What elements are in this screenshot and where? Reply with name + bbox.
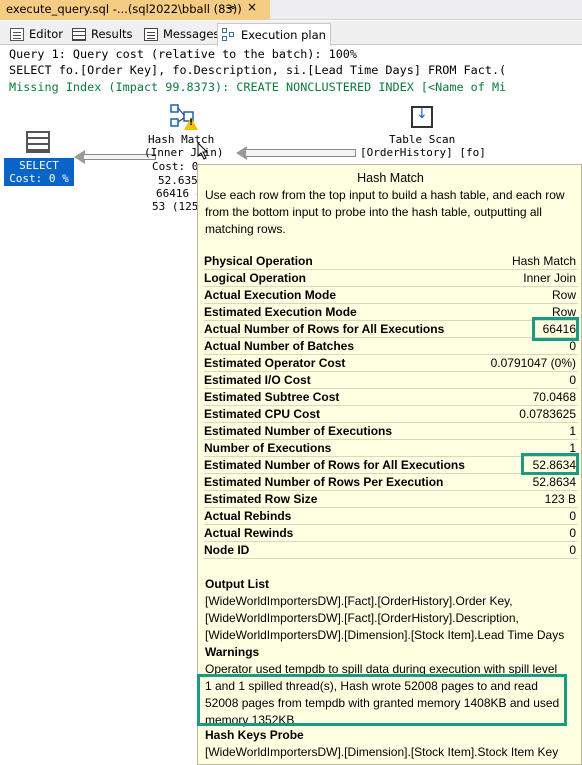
property-value: 0.0791047 (0%) <box>490 356 576 370</box>
property-key: Actual Number of Batches <box>204 339 355 353</box>
property-row: Actual Number of Rows for All Executions… <box>204 321 578 338</box>
tab-results[interactable]: Results <box>68 23 137 45</box>
property-row: Logical Operation Inner Join <box>204 270 578 287</box>
close-icon[interactable]: × <box>247 0 257 14</box>
tooltip-title: Hash Match <box>357 171 424 185</box>
property-value: 70.0468 <box>532 390 576 404</box>
hash-match-sub: (Inner Join) <box>144 146 224 159</box>
property-row: Actual Rebinds 0 <box>204 508 578 525</box>
property-value: 0 <box>569 543 576 557</box>
flow-arrow-hash-match[interactable] <box>236 146 356 160</box>
property-row: Estimated Operator Cost 0.0791047 (0%) <box>204 355 578 372</box>
property-key: Logical Operation <box>204 271 307 285</box>
mouse-cursor-icon <box>197 142 209 160</box>
query-cost-line: Query 1: Query cost (relative to the bat… <box>9 47 358 61</box>
editor-icon <box>10 27 24 41</box>
property-key: Actual Rewinds <box>204 526 294 540</box>
select-cost: Cost: 0 % <box>9 172 69 185</box>
highlight-estimated-rows <box>521 453 579 475</box>
table-scan-name: Table Scan <box>389 133 456 146</box>
property-value: Inner Join <box>523 271 576 285</box>
property-value: Hash Match <box>511 254 576 268</box>
property-row: Estimated I/O Cost 0 <box>204 372 578 389</box>
property-value: 0 <box>569 526 576 540</box>
property-key: Estimated I/O Cost <box>204 373 311 387</box>
document-tab-title: execute_query.sql -...(sql2022\bball (83… <box>6 2 242 16</box>
property-value: 0 <box>569 509 576 523</box>
messages-icon <box>144 27 158 41</box>
output-list-line: [WideWorldImportersDW].[Fact].[OrderHist… <box>205 611 519 625</box>
query-text-line: SELECT fo.[Order Key], fo.Description, s… <box>9 63 507 77</box>
property-row: Estimated Execution Mode Row <box>204 304 578 321</box>
property-row: Actual Rewinds 0 <box>204 525 578 542</box>
arrow-shaft <box>246 149 356 157</box>
property-value: Row <box>551 288 576 302</box>
results-tab-bar: Editor Results Messages Execution plan <box>0 21 582 46</box>
warnings-heading: Warnings <box>205 645 260 659</box>
property-row: Node ID 0 <box>204 542 578 559</box>
property-row: Estimated CPU Cost 0.0783625 <box>204 406 578 423</box>
property-row: Estimated Number of Rows Per Execution 52… <box>204 474 578 491</box>
hash-match-line1: 52.635 <box>158 174 198 187</box>
hash-match-cost: Cost: 0 <box>152 160 199 173</box>
tab-messages[interactable]: Messages <box>140 23 223 45</box>
hash-match-line3: 53 (125 <box>152 200 199 213</box>
grid-icon <box>72 27 86 41</box>
pin-icon[interactable]: ⊸ <box>226 1 235 14</box>
tab-editor-label: Editor <box>29 27 64 41</box>
property-row: Actual Number of Batches 0 <box>204 338 578 355</box>
tab-editor[interactable]: Editor <box>6 23 67 45</box>
execution-plan-icon <box>222 28 236 42</box>
tooltip-description: Use each row from the top input to build… <box>205 188 565 236</box>
select-name: SELECT <box>19 159 59 172</box>
property-row: Estimated Row Size 123 B <box>204 491 578 508</box>
property-key: Node ID <box>204 543 250 557</box>
property-value: 1 <box>569 424 576 438</box>
output-list-line: [WideWorldImportersDW].[Fact].[OrderHist… <box>205 594 513 608</box>
select-operator-label[interactable]: SELECT Cost: 0 % <box>4 158 74 186</box>
hash-match-line2: 66416 c <box>156 187 203 200</box>
property-key: Estimated Subtree Cost <box>204 390 340 404</box>
property-value: 52.8634 <box>532 475 576 489</box>
properties-table: Physical Operation Hash Match Logical Ope… <box>204 253 578 559</box>
property-key: Estimated Execution Mode <box>204 305 357 319</box>
document-tab-bar: execute_query.sql -...(sql2022\bball (83… <box>0 0 582 20</box>
property-key: Actual Rebinds <box>204 509 292 523</box>
property-value: 0.0783625 <box>519 407 576 421</box>
document-tab[interactable]: execute_query.sql -...(sql2022\bball (83… <box>0 0 270 20</box>
select-operator-icon[interactable] <box>26 131 50 153</box>
property-key: Number of Executions <box>204 441 332 455</box>
property-key: Estimated CPU Cost <box>204 407 321 421</box>
tab-messages-label: Messages <box>163 27 220 41</box>
property-key: Actual Number of Rows for All Executions <box>204 322 445 336</box>
table-scan-icon[interactable] <box>411 106 433 128</box>
property-row: Estimated Number of Executions 1 <box>204 423 578 440</box>
property-value: 0 <box>569 373 576 387</box>
highlight-spill-warning <box>197 674 567 726</box>
highlight-actual-rows <box>532 317 579 341</box>
hash-keys-value: [WideWorldImportersDW].[Dimension].[Stoc… <box>205 745 559 759</box>
property-row: Physical Operation Hash Match <box>204 253 578 270</box>
property-row: Estimated Subtree Cost 70.0468 <box>204 389 578 406</box>
property-row: Actual Execution Mode Row <box>204 287 578 304</box>
property-key: Estimated Row Size <box>204 492 318 506</box>
warning-mark: ! <box>189 118 194 128</box>
tab-results-label: Results <box>91 27 133 41</box>
table-scan-sub: [OrderHistory] [fo] <box>360 146 486 159</box>
property-key: Estimated Number of Rows Per Execution <box>204 475 444 489</box>
tab-execution-plan[interactable]: Execution plan <box>217 23 331 46</box>
missing-index-line[interactable]: Missing Index (Impact 99.8373): CREATE N… <box>9 80 506 94</box>
property-key: Physical Operation <box>204 254 313 268</box>
tab-execution-plan-label: Execution plan <box>241 28 326 42</box>
output-list-heading: Output List <box>205 577 269 591</box>
output-list-line: [WideWorldImportersDW].[Dimension].[Stoc… <box>205 628 565 642</box>
property-key: Estimated Number of Rows for All Executi… <box>204 458 465 472</box>
property-key: Actual Execution Mode <box>204 288 337 302</box>
property-value: 123 B <box>544 492 576 506</box>
property-key: Estimated Operator Cost <box>204 356 346 370</box>
property-key: Estimated Number of Executions <box>204 424 393 438</box>
hash-keys-heading: Hash Keys Probe <box>205 728 304 742</box>
